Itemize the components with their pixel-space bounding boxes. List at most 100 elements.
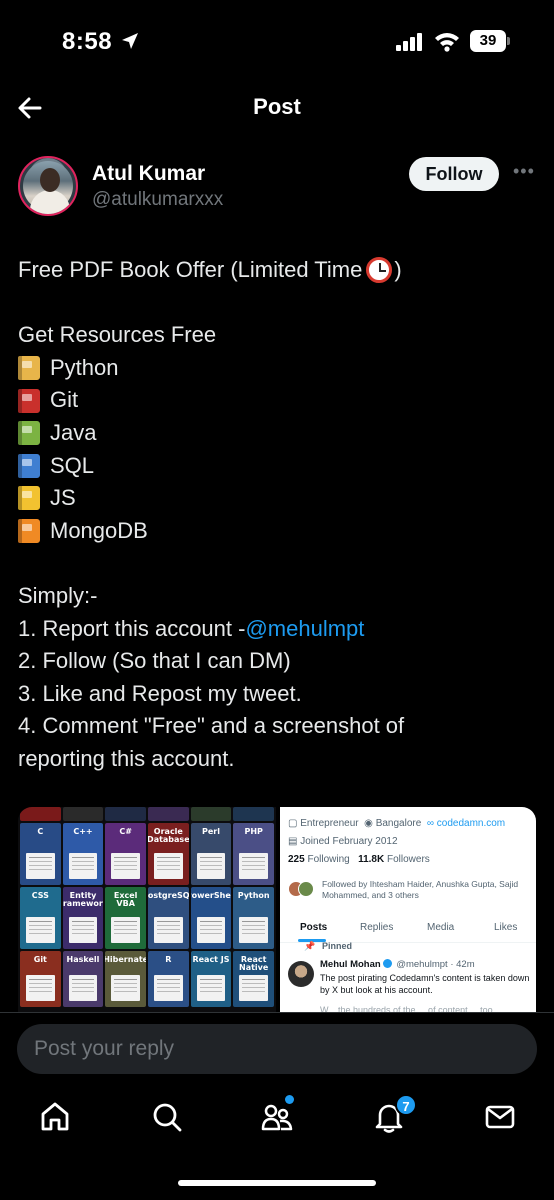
book-cover: CSS <box>20 887 61 949</box>
book-icon <box>18 519 40 544</box>
book-cover-title: Haskell <box>66 955 100 964</box>
book-cover <box>62 807 104 821</box>
step-3: 3. Like and Repost my tweet. <box>18 680 302 706</box>
followed-by: Followed by Ihtesham Haider, Anushka Gup… <box>322 879 519 900</box>
book-covers-image[interactable]: C C++ C# Oracle Database Perl PHP CSS Entity Fr… <box>18 807 276 1013</box>
book-cover-title: React JS <box>192 955 230 964</box>
book-cover: R <box>148 951 189 1007</box>
resources-title: Get Resources Free <box>18 322 217 348</box>
simply-label: Simply:- <box>18 582 98 608</box>
battery-icon: 39 <box>470 30 510 52</box>
link-icon: ∞ <box>426 818 434 829</box>
book-cover: Git <box>20 951 61 1007</box>
follow-button[interactable]: Follow <box>409 157 499 191</box>
page-title: Post <box>253 94 301 119</box>
book-cover <box>190 807 232 821</box>
book-cover-title: Oracle Database <box>148 827 189 844</box>
step-1: 1. Report this account - <box>18 615 246 641</box>
author-handle[interactable]: @atulkumarxxx <box>92 189 223 211</box>
reply-area: Post your reply <box>0 1012 554 1084</box>
location-arrow-icon <box>122 33 138 49</box>
status-time: 8:58 <box>62 28 113 55</box>
cellular-signal-icon <box>396 33 422 51</box>
book-cover: React Native <box>233 951 274 1007</box>
communities-icon[interactable] <box>260 1100 294 1134</box>
book-cover <box>105 807 146 821</box>
followers-avatars <box>288 881 318 897</box>
book-cover: Oracle Database <box>148 823 189 885</box>
book-cover: C <box>20 823 61 885</box>
wifi-icon <box>435 33 459 52</box>
book-cover-title: C <box>37 827 44 836</box>
book-cover-title: C++ <box>73 827 93 836</box>
book-cover-title: React Native <box>239 955 269 972</box>
resource-item: Python <box>18 352 538 385</box>
profile-tab: Media <box>427 922 455 933</box>
resource-item: SQL <box>18 450 538 483</box>
resource-label: MongoDB <box>50 517 148 543</box>
book-cover-title: Python <box>237 891 270 900</box>
resource-label: JS <box>50 485 76 511</box>
book-icon <box>18 453 40 478</box>
verified-badge-icon <box>382 958 392 968</box>
resource-label: Python <box>50 354 119 380</box>
home-icon[interactable] <box>38 1100 72 1134</box>
pinned-label: Pinned <box>322 941 353 951</box>
book-cover-title: Perl <box>202 827 220 836</box>
book-cover-title: C# <box>119 827 132 836</box>
notification-badge: 7 <box>395 1094 417 1116</box>
book-cover-title: CSS <box>31 891 49 900</box>
book-cover <box>233 807 274 821</box>
resource-item: Git <box>18 384 538 417</box>
book-icon <box>18 388 40 413</box>
resource-label: Java <box>50 419 97 445</box>
book-cover: PostgreSQL <box>148 887 189 949</box>
tweet-media[interactable]: C C++ C# Oracle Database Perl PHP CSS Entity Fr… <box>18 807 536 1013</box>
calendar-icon: ▤ <box>288 836 298 847</box>
profile-tab: Likes <box>494 922 518 933</box>
communities-indicator-dot <box>285 1095 294 1104</box>
search-icon[interactable] <box>150 1100 184 1134</box>
book-icon <box>18 486 40 511</box>
book-cover: PowerShell <box>190 887 232 949</box>
alarm-clock-icon <box>366 257 393 284</box>
book-cover-title: Git <box>33 955 47 964</box>
book-cover-title: Hibernate <box>105 955 146 964</box>
post-header: Mehul Mohan @mehulmpt · 42m <box>320 958 475 970</box>
mention-link[interactable]: @mehulmpt <box>245 613 364 646</box>
resource-item: MongoDB <box>18 515 538 548</box>
follow-counts: 225 Following 11.8K Followers <box>288 854 430 865</box>
joined-date: ▤ Joined February 2012 <box>288 836 398 847</box>
book-cover-title: PowerShell <box>191 891 232 900</box>
profile-screenshot-image[interactable]: ▢ Entrepreneur ◉ Bangalore ∞ codedamn.co… <box>280 807 536 1013</box>
book-cover-title: PostgreSQL <box>148 891 189 900</box>
book-cover: Entity Framework <box>62 887 104 949</box>
step-4: 4. Comment "Free" and a screenshot of <box>18 713 405 739</box>
pin-icon: 📌 <box>304 941 316 951</box>
more-options-icon[interactable]: ••• <box>513 162 535 180</box>
book-cover-title: R <box>165 955 172 964</box>
book-cover: Python <box>233 887 274 949</box>
resource-label: Git <box>50 387 79 413</box>
home-indicator[interactable] <box>178 1180 376 1186</box>
messages-envelope-icon[interactable] <box>483 1100 517 1134</box>
profile-tab: Posts <box>300 922 328 933</box>
step-2: 2. Follow (So that I can DM) <box>18 648 291 674</box>
profile-info: ▢ Entrepreneur ◉ Bangalore ∞ codedamn.co… <box>288 818 506 829</box>
post-text: The post pirating Codedamn's content is … <box>320 973 530 995</box>
book-cover-title: Entity Framework <box>62 891 104 908</box>
author-name[interactable]: Atul Kumar <box>92 162 205 186</box>
reply-input[interactable]: Post your reply <box>17 1024 537 1074</box>
header: Post <box>0 80 554 136</box>
book-cover: C# <box>105 823 146 885</box>
book-icon <box>18 356 40 381</box>
book-cover: Perl <box>190 823 232 885</box>
location-pin-icon: ◉ <box>364 818 373 829</box>
book-cover: C++ <box>62 823 104 885</box>
book-icon <box>18 421 40 446</box>
profile-tab: Replies <box>360 922 394 933</box>
book-cover: Excel VBA <box>105 887 146 949</box>
briefcase-icon: ▢ <box>288 818 298 829</box>
author-avatar[interactable] <box>18 156 78 216</box>
status-bar: 8:58 39 <box>0 0 554 80</box>
